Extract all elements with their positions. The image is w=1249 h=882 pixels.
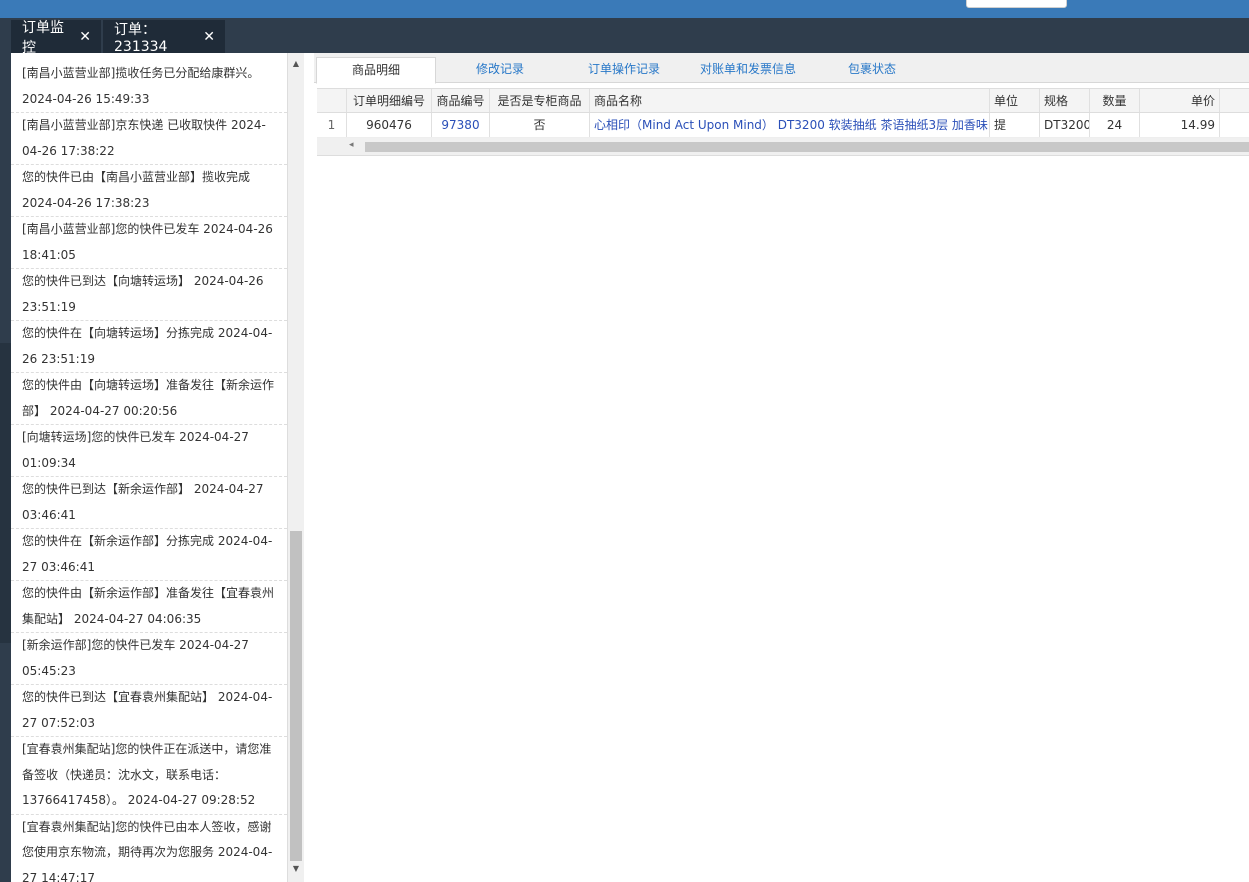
timeline-item: [向塘转运场]您的快件已发车 2024-04-27 01:09:34 bbox=[11, 425, 287, 477]
timeline-item: 您的快件由【向塘转运场】准备发往【新余运作部】 2024-04-27 00:20… bbox=[11, 373, 287, 425]
quantity-cell: 24 bbox=[1090, 113, 1140, 137]
grid-header-cell bbox=[1220, 89, 1249, 112]
tab-label: 订单监控 bbox=[22, 19, 64, 56]
tab-order-monitor[interactable]: 订单监控 ✕ bbox=[11, 20, 101, 56]
timeline-item: [南昌小蓝营业部]揽收任务已分配给康群兴。 2024-04-26 15:49:3… bbox=[11, 61, 287, 113]
detail-no-cell: 960476 bbox=[347, 113, 432, 137]
subtab-statement-invoice[interactable]: 对账单和发票信息 bbox=[686, 57, 810, 83]
tab-label: 订单：231334 bbox=[114, 21, 168, 55]
extra-cell bbox=[1220, 113, 1249, 137]
panel-gap bbox=[304, 53, 314, 882]
order-detail-panel: 商品明细 修改记录 订单操作记录 对账单和发票信息 包裹状态 订单明细编号 商品… bbox=[314, 53, 1249, 882]
timeline-item: 您的快件已由【南昌小蓝营业部】揽收完成 2024-04-26 17:38:23 bbox=[11, 165, 287, 217]
grid-header-cell[interactable]: 商品名称 bbox=[590, 89, 990, 112]
grid-header-row: 订单明细编号 商品编号 是否是专柜商品 商品名称 单位 规格 数量 单价 bbox=[317, 88, 1249, 113]
grid-header-cell bbox=[317, 89, 347, 112]
counter-flag-cell: 否 bbox=[490, 113, 590, 137]
timeline-scrollbar[interactable]: ▲ ▼ bbox=[288, 53, 304, 882]
scroll-up-arrow-icon[interactable]: ▲ bbox=[288, 56, 304, 72]
left-nav-strip bbox=[0, 53, 11, 882]
price-cell: 14.99 bbox=[1140, 113, 1220, 137]
subtab-modify-log[interactable]: 修改记录 bbox=[450, 57, 550, 83]
close-icon[interactable]: ✕ bbox=[203, 29, 215, 45]
scroll-left-arrow-icon[interactable]: ◂ bbox=[349, 140, 354, 150]
grid-header-cell[interactable]: 数量 bbox=[1090, 89, 1140, 112]
timeline-item: 您的快件在【新余运作部】分拣完成 2024-04-27 03:46:41 bbox=[11, 529, 287, 581]
subtab-product-detail[interactable]: 商品明细 bbox=[316, 57, 436, 84]
page-tab-bar: 订单监控 ✕ 订单：231334 ✕ bbox=[0, 18, 1249, 56]
timeline-item: 您的快件已到达【新余运作部】 2024-04-27 03:46:41 bbox=[11, 477, 287, 529]
grid-horizontal-scrollbar[interactable]: ◂ bbox=[317, 138, 1249, 156]
timeline-item: [南昌小蓝营业部]京东快递 已收取快件 2024-04-26 17:38:22 bbox=[11, 113, 287, 165]
grid-header-cell[interactable]: 是否是专柜商品 bbox=[490, 89, 590, 112]
timeline-item: [南昌小蓝营业部]您的快件已发车 2024-04-26 18:41:05 bbox=[11, 217, 287, 269]
logistics-timeline: [南昌小蓝营业部]揽收任务已分配给康群兴。 2024-04-26 15:49:3… bbox=[11, 53, 288, 882]
detail-subtab-bar: 商品明细 修改记录 订单操作记录 对账单和发票信息 包裹状态 bbox=[314, 53, 1249, 84]
table-row[interactable]: 1 960476 97380 否 心相印（Mind Act Upon Mind）… bbox=[317, 113, 1249, 138]
horizontal-scroll-thumb[interactable] bbox=[365, 142, 1249, 152]
scrollbar-thumb[interactable] bbox=[290, 531, 302, 861]
timeline-item: [宜春袁州集配站]您的快件已由本人签收，感谢您使用京东物流，期待再次为您服务 2… bbox=[11, 815, 287, 882]
product-name-link[interactable]: 心相印（Mind Act Upon Mind） DT3200 软装抽纸 茶语抽纸… bbox=[590, 113, 990, 137]
spec-cell: DT3200 bbox=[1040, 113, 1090, 137]
header-search-box[interactable] bbox=[966, 0, 1067, 8]
grid-header-cell[interactable]: 商品编号 bbox=[432, 89, 490, 112]
timeline-item: 您的快件在【向塘转运场】分拣完成 2024-04-26 23:51:19 bbox=[11, 321, 287, 373]
subtab-operation-log[interactable]: 订单操作记录 bbox=[574, 57, 674, 83]
unit-cell: 提 bbox=[990, 113, 1040, 137]
product-no-link[interactable]: 97380 bbox=[432, 113, 490, 137]
subtab-package-status[interactable]: 包裹状态 bbox=[828, 57, 916, 83]
grid-header-cell[interactable]: 单位 bbox=[990, 89, 1040, 112]
timeline-item: 您的快件已到达【宜春袁州集配站】 2024-04-27 07:52:03 bbox=[11, 685, 287, 737]
grid-header-cell[interactable]: 单价 bbox=[1140, 89, 1220, 112]
grid-header-cell[interactable]: 订单明细编号 bbox=[347, 89, 432, 112]
scroll-down-arrow-icon[interactable]: ▼ bbox=[288, 861, 304, 877]
tab-order-detail[interactable]: 订单：231334 ✕ bbox=[103, 20, 225, 55]
timeline-item: 您的快件已到达【向塘转运场】 2024-04-26 23:51:19 bbox=[11, 269, 287, 321]
product-grid: 订单明细编号 商品编号 是否是专柜商品 商品名称 单位 规格 数量 单价 1 9… bbox=[317, 88, 1249, 156]
grid-header-cell[interactable]: 规格 bbox=[1040, 89, 1090, 112]
timeline-item: [新余运作部]您的快件已发车 2024-04-27 05:45:23 bbox=[11, 633, 287, 685]
timeline-item: [宜春袁州集配站]您的快件正在派送中，请您准备签收（快递员：沈水文，联系电话：1… bbox=[11, 737, 287, 815]
top-header-bar bbox=[0, 0, 1249, 18]
timeline-item: 您的快件由【新余运作部】准备发往【宜春袁州集配站】 2024-04-27 04:… bbox=[11, 581, 287, 633]
row-index: 1 bbox=[317, 113, 347, 137]
nav-strip-shade bbox=[0, 343, 11, 643]
close-icon[interactable]: ✕ bbox=[79, 29, 91, 45]
